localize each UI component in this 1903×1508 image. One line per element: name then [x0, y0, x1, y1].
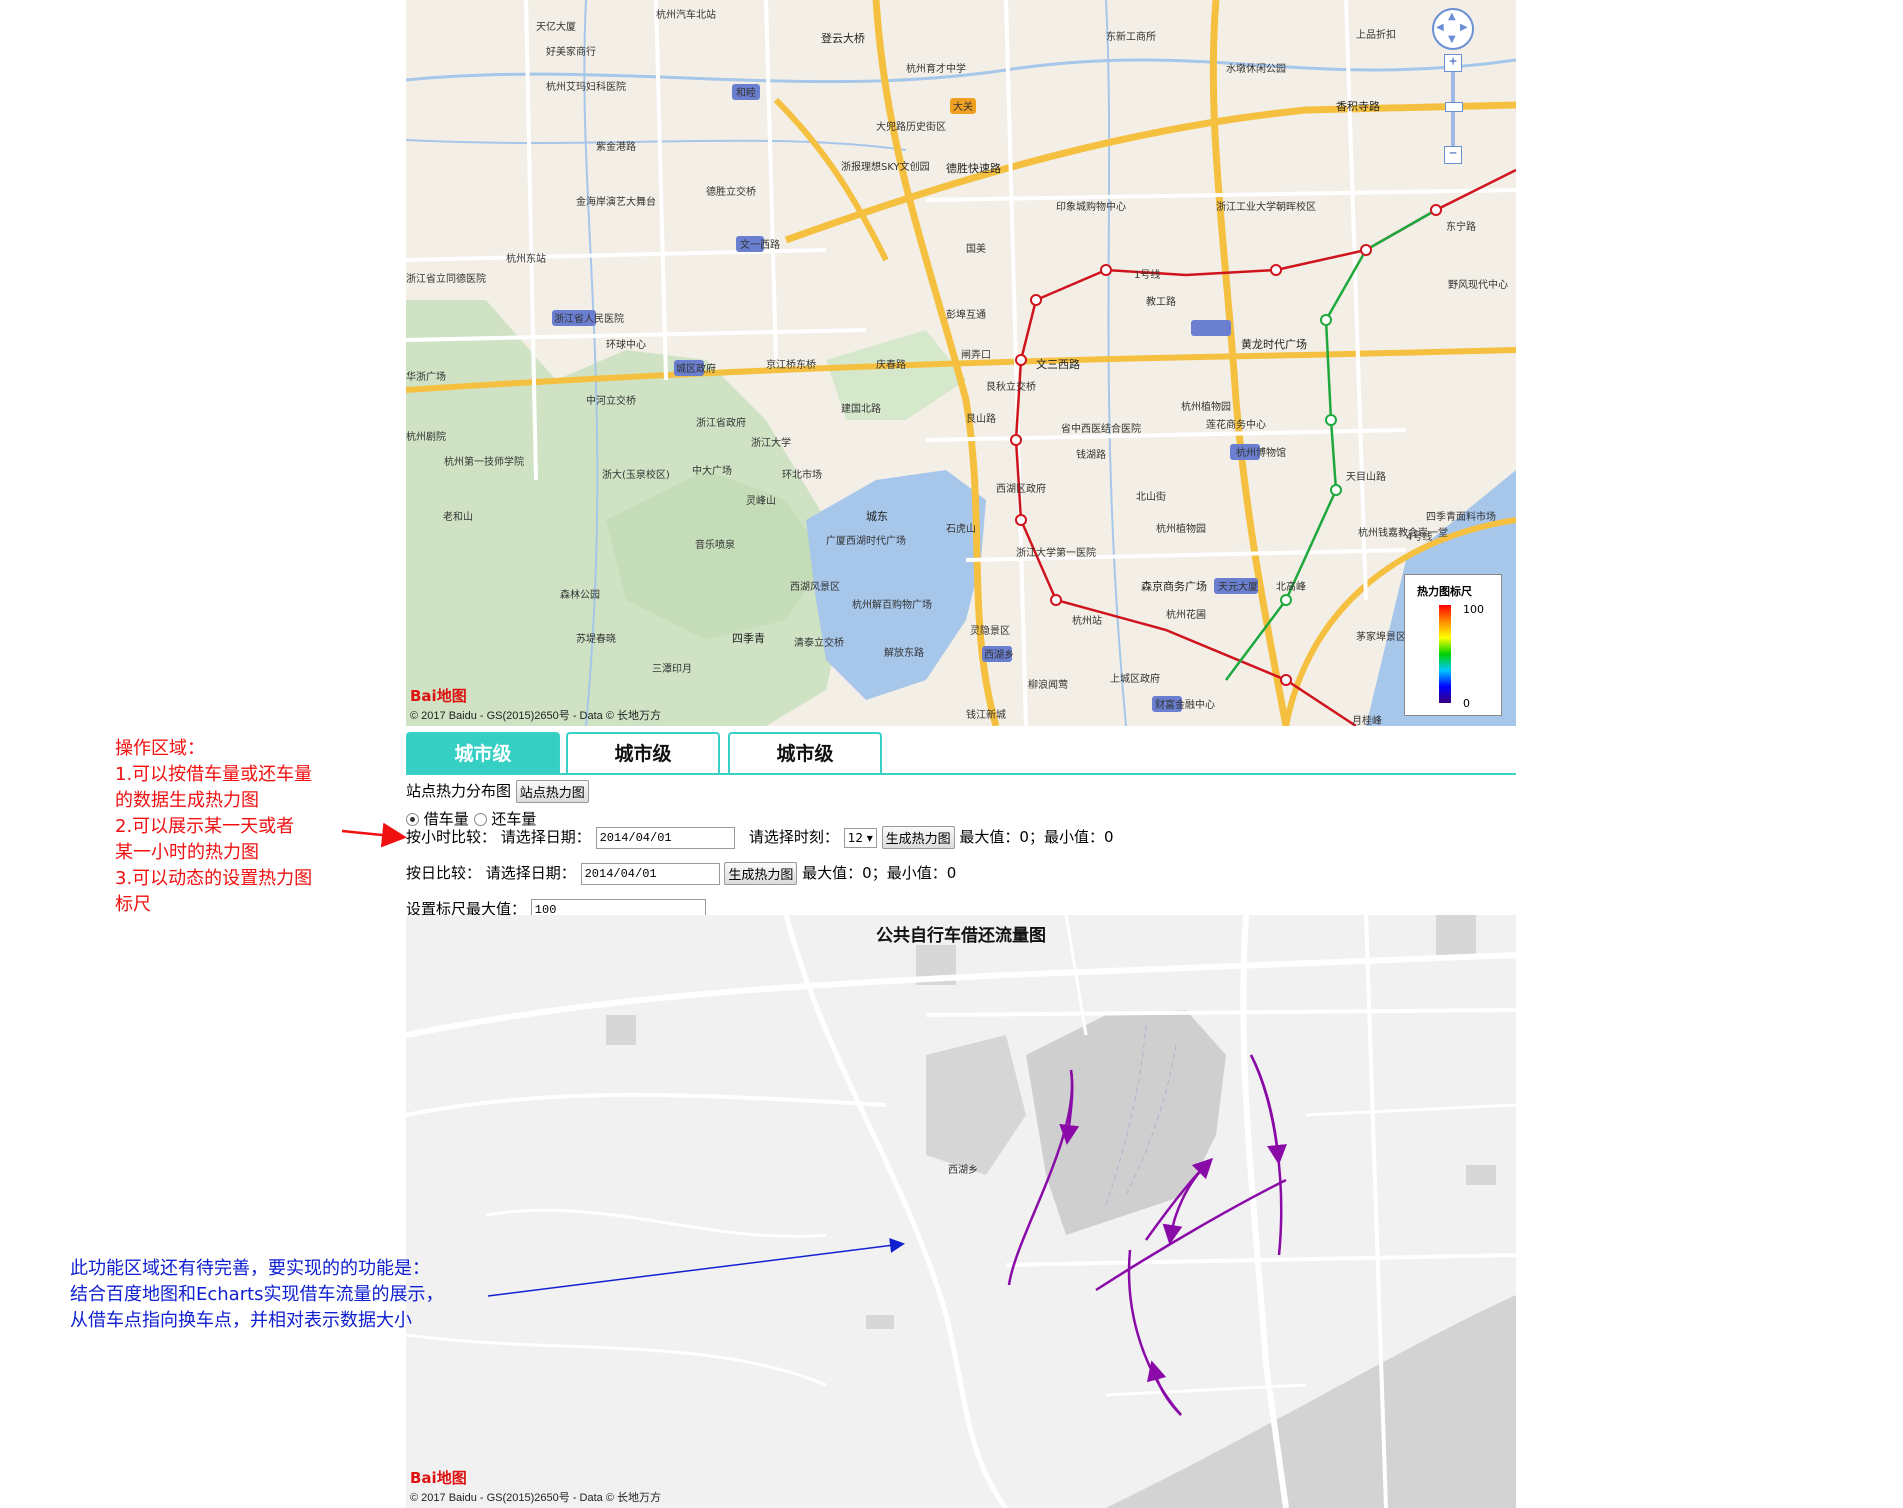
annotation-arrows — [341, 822, 905, 1297]
red-arrow-icon — [341, 822, 407, 848]
blue-arrow-icon — [487, 1238, 905, 1297]
